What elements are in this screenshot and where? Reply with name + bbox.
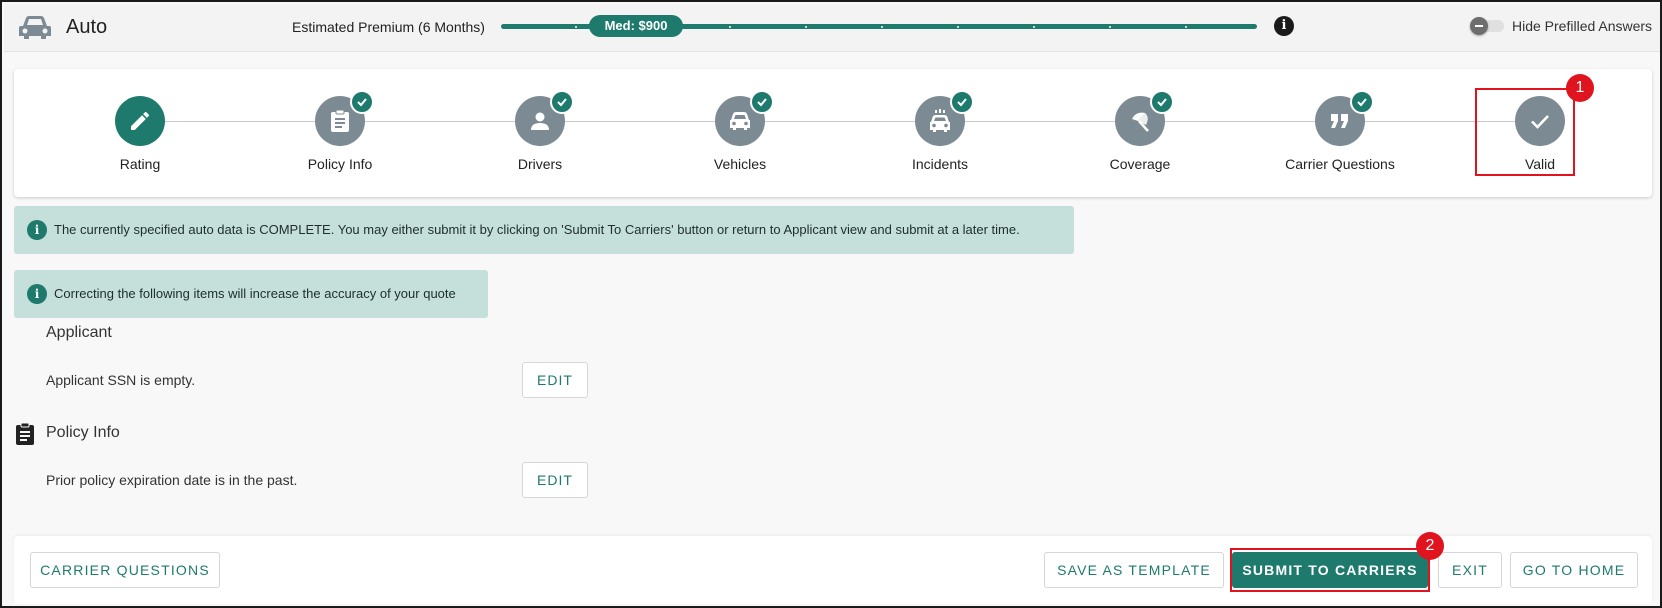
alert-text: The currently specified auto data is COM… [54, 222, 1020, 237]
premium-tick [881, 25, 883, 28]
submit-highlight [1230, 548, 1430, 592]
info-icon[interactable]: i [1274, 16, 1294, 36]
premium-tick [575, 25, 577, 28]
check-icon [1150, 90, 1174, 114]
header-bar: Auto Estimated Premium (6 Months) Med: $… [4, 4, 1660, 52]
step-label: Vehicles [713, 156, 767, 172]
step-vehicles[interactable]: Vehicles [660, 90, 820, 176]
section-title-policy-info: Policy Info [46, 424, 120, 441]
check-icon [950, 90, 974, 114]
clipboard-icon [331, 109, 349, 132]
page-title: Auto [66, 16, 108, 38]
toggle-knob [1470, 17, 1488, 35]
check-icon [750, 90, 774, 114]
accuracy-alert: i Correcting the following items will in… [14, 270, 488, 318]
premium-value-badge: Med: $900 [589, 15, 683, 37]
check-icon [1350, 90, 1374, 114]
step-incidents[interactable]: Incidents [860, 90, 1020, 176]
premium-tick [1185, 25, 1187, 28]
section-title-applicant: Applicant [46, 324, 112, 341]
premium-tick [1109, 25, 1111, 28]
pencil-icon [131, 111, 150, 130]
issue-text: Applicant SSN is empty. [46, 372, 196, 388]
step-carrier-questions[interactable]: Carrier Questions [1260, 90, 1420, 176]
carrier-questions-button[interactable]: CARRIER QUESTIONS [30, 552, 220, 588]
save-as-template-button[interactable]: SAVE AS TEMPLATE [1044, 552, 1224, 588]
step-label: Incidents [911, 156, 969, 172]
quote-icon [1331, 114, 1348, 128]
step-coverage[interactable]: Coverage [1060, 90, 1220, 176]
app-window: Auto Estimated Premium (6 Months) Med: $… [0, 0, 1662, 608]
step-rating[interactable]: Rating [60, 96, 220, 176]
step-drivers[interactable]: Drivers [460, 90, 620, 176]
edit-policy-info-button[interactable]: EDIT [522, 462, 588, 498]
clipboard-icon [16, 422, 34, 445]
check-icon [550, 90, 574, 114]
toggle-label: Hide Prefilled Answers [1512, 18, 1653, 34]
premium-tick [957, 25, 959, 28]
step-label: Drivers [517, 156, 563, 172]
complete-alert: i The currently specified auto data is C… [14, 206, 1074, 254]
info-icon: i [27, 220, 47, 240]
go-to-home-button[interactable]: GO TO HOME [1510, 552, 1638, 588]
issue-text: Prior policy expiration date is in the p… [46, 472, 298, 488]
premium-label: Estimated Premium (6 Months) [292, 19, 485, 35]
car-crash-icon [930, 109, 950, 132]
annotation-badge: 1 [1566, 74, 1594, 102]
step-circle [115, 96, 165, 146]
umbrella-icon [1132, 112, 1149, 132]
progress-stepper: Rating Policy Info Drivers Vehicles Inci… [14, 69, 1652, 197]
exit-button[interactable]: EXIT [1438, 552, 1502, 588]
step-label: Coverage [1109, 156, 1171, 172]
check-icon [350, 90, 374, 114]
car-icon [19, 16, 51, 39]
step-label: Policy Info [307, 156, 373, 172]
person-icon [531, 112, 549, 130]
car-icon [730, 112, 750, 130]
premium-tick [729, 25, 731, 28]
annotation-badge: 2 [1416, 532, 1444, 560]
premium-tick [1033, 25, 1035, 28]
step-label: Rating [119, 156, 161, 172]
valid-step-highlight [1475, 88, 1575, 176]
step-label: Carrier Questions [1285, 156, 1395, 172]
edit-applicant-button[interactable]: EDIT [522, 362, 588, 398]
alert-text: Correcting the following items will incr… [54, 286, 456, 301]
hide-prefilled-toggle[interactable] [1470, 17, 1506, 35]
premium-tick [805, 25, 807, 28]
step-policy-info[interactable]: Policy Info [260, 90, 420, 176]
info-icon: i [27, 284, 47, 304]
